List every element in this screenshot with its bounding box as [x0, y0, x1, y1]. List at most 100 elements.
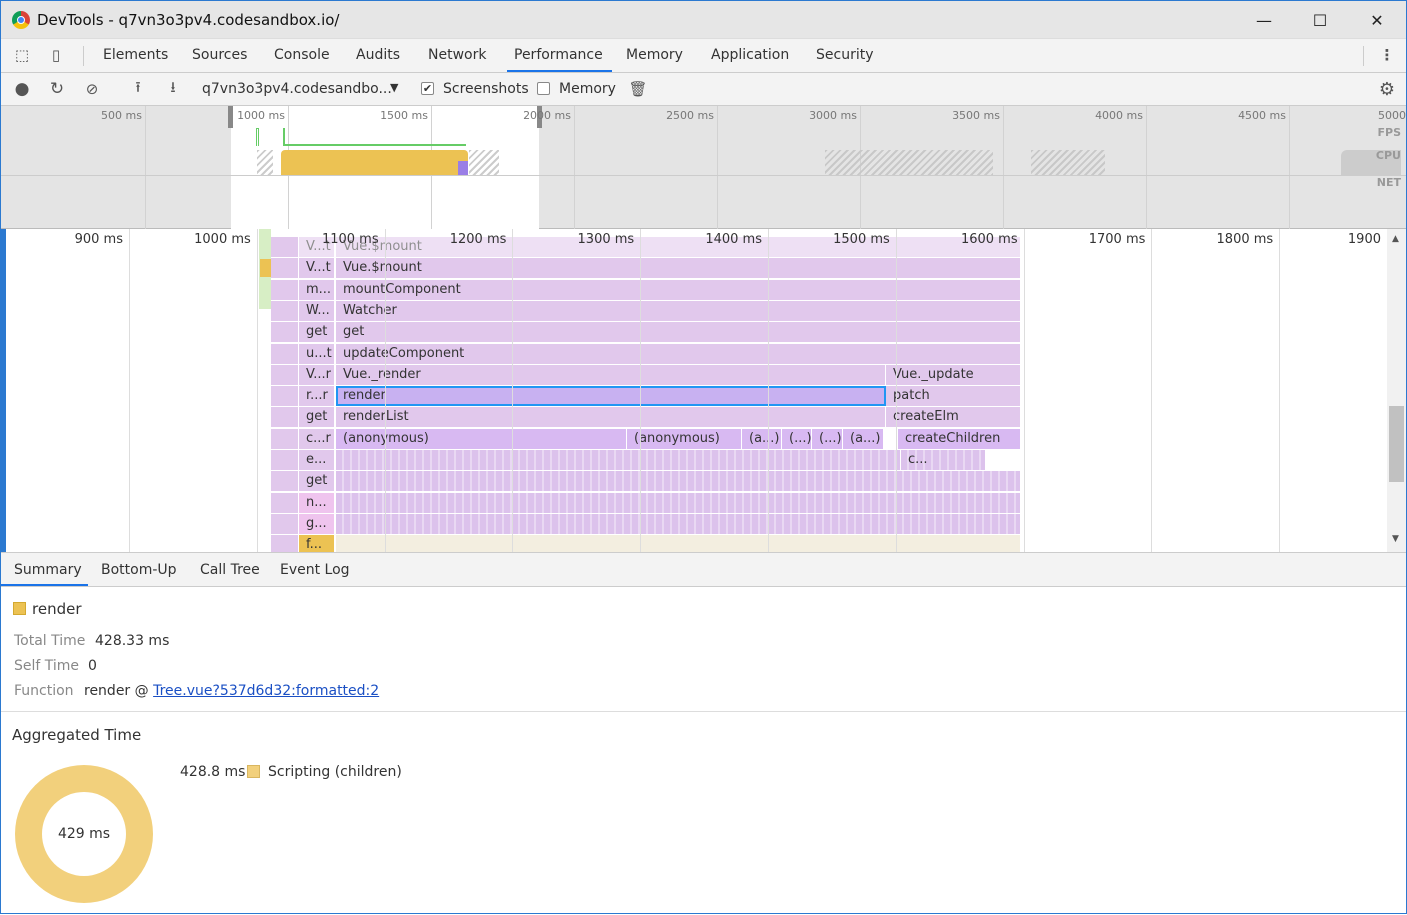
flame-bar-get[interactable]: get [299, 322, 335, 343]
tab-audits[interactable]: Audits [356, 47, 400, 63]
overview-tick-label: 3000 ms [809, 109, 857, 122]
flame-bar-anonymous[interactable]: (anonymous) [336, 428, 627, 449]
flame-bar-f...[interactable]: f... [299, 535, 335, 552]
flame-bar[interactable] [271, 258, 298, 279]
tab-elements[interactable]: Elements [103, 47, 168, 63]
flame-bar[interactable] [271, 535, 298, 552]
flame-bar-[interactable]: (...) [812, 428, 843, 449]
cpu-rendering-area [458, 161, 468, 175]
event-name: render [32, 600, 82, 618]
flame-bar[interactable] [271, 386, 298, 407]
flame-bar-get[interactable]: get [336, 322, 1021, 343]
flame-tick-label: 1500 ms [833, 232, 890, 247]
tab-console[interactable]: Console [274, 47, 330, 63]
flame-bar-mountcomponent[interactable]: mountComponent [336, 279, 1021, 300]
scrollbar-thumb[interactable] [1389, 406, 1404, 482]
gear-icon[interactable]: ⚙ [1378, 79, 1396, 100]
tab-call-tree[interactable]: Call Tree [200, 562, 260, 578]
flame-bar-call[interactable] [336, 535, 1021, 552]
flame-bar[interactable] [271, 364, 298, 385]
overview-tick-label: 1000 ms [237, 109, 285, 122]
flame-bar-watcher[interactable]: Watcher [336, 300, 1021, 321]
flame-bar[interactable] [271, 343, 298, 364]
flame-bar-call[interactable] [336, 450, 901, 470]
flame-bar-c[interactable]: c... [901, 450, 986, 470]
flame-tick-label: 1100 ms [321, 232, 379, 247]
flame-bar-anonymous[interactable]: (anonymous) [627, 428, 742, 449]
flame-tick-label: 1900 [1347, 232, 1381, 247]
flame-bar-render[interactable]: render [336, 386, 886, 407]
upload-icon[interactable]: ⭱ [129, 78, 147, 98]
flame-bar-call[interactable] [336, 513, 1021, 534]
tab-memory[interactable]: Memory [626, 47, 683, 63]
flame-bar-createchildren[interactable]: createChildren [898, 428, 1021, 449]
flame-bar-r...r[interactable]: r...r [299, 386, 335, 407]
tab-event-log[interactable]: Event Log [280, 562, 350, 578]
more-menu-icon[interactable]: ⋮ [1378, 46, 1396, 64]
flame-bar[interactable] [271, 513, 298, 534]
chevron-down-icon[interactable]: ▼ [390, 81, 398, 94]
device-toolbar-icon[interactable]: ▯ [47, 46, 65, 64]
flame-bar[interactable] [271, 300, 298, 321]
memory-checkbox[interactable] [537, 82, 550, 95]
flame-bar-a[interactable]: (a...) [742, 428, 782, 449]
flame-bar-createelm[interactable]: createElm [886, 407, 1021, 428]
record-icon[interactable]: ● [13, 79, 31, 99]
screenshots-checkbox[interactable]: ✔ [421, 82, 434, 95]
tab-sources[interactable]: Sources [192, 47, 247, 63]
flame-bar[interactable] [271, 322, 298, 343]
flame-bar-get[interactable]: get [299, 407, 335, 428]
close-button[interactable]: ✕ [1354, 5, 1400, 35]
tab-network[interactable]: Network [428, 47, 486, 63]
flame-bar-n...[interactable]: n... [299, 492, 335, 513]
flame-bar-updatecomponent[interactable]: updateComponent [336, 343, 1021, 364]
window-title: DevTools - q7vn3o3pv4.codesandbox.io/ [37, 11, 340, 29]
flame-bar-yellow[interactable] [260, 259, 271, 277]
flame-bar-get[interactable]: get [299, 471, 335, 492]
minimize-button[interactable]: — [1241, 5, 1287, 35]
flame-bar-g...[interactable]: g... [299, 513, 335, 534]
flame-bar-V...r[interactable]: V...r [299, 364, 335, 385]
flame-bar-call[interactable] [336, 492, 1021, 513]
flame-bar[interactable] [271, 450, 298, 470]
flame-bar-vuemount[interactable]: Vue.$mount [336, 258, 1021, 279]
flame-bar-vuerender[interactable]: Vue._render [336, 364, 886, 385]
tab-summary[interactable]: Summary [14, 562, 82, 578]
flame-bar[interactable] [271, 492, 298, 513]
flame-bar-vueupdate[interactable]: Vue._update [886, 364, 1021, 385]
flame-bar-[interactable]: (...) [782, 428, 812, 449]
clear-icon[interactable]: ⊘ [83, 80, 101, 98]
trash-icon[interactable]: 🗑 [628, 80, 647, 98]
tab-security[interactable]: Security [816, 47, 874, 63]
maximize-button[interactable]: ☐ [1297, 5, 1343, 35]
flame-bar-a[interactable]: (a...) [843, 428, 884, 449]
flame-bar-V...t[interactable]: V...t [299, 258, 335, 279]
scrollbar[interactable]: ▲ ▼ [1387, 229, 1406, 552]
tab-application[interactable]: Application [711, 47, 789, 63]
reload-icon[interactable]: ↻ [48, 79, 66, 99]
source-link[interactable]: Tree.vue?537d6d32:formatted:2 [153, 683, 379, 699]
overview-gridline [145, 106, 146, 229]
function-label: Function [14, 683, 74, 699]
tab-performance[interactable]: Performance [514, 47, 603, 63]
flame-bar-call[interactable] [336, 471, 1021, 492]
flame-bar[interactable] [271, 428, 298, 449]
flame-tick-label: 1800 ms [1216, 232, 1274, 247]
flame-bar-u...t[interactable]: u...t [299, 343, 335, 364]
profile-select[interactable]: q7vn3o3pv4.codesandbo... [202, 81, 392, 97]
flame-bar-W...[interactable]: W... [299, 300, 335, 321]
flame-bar-patch[interactable]: patch [886, 386, 1021, 407]
flame-bar-c...r[interactable]: c...r [299, 428, 335, 449]
flame-bar[interactable] [271, 407, 298, 428]
flame-chart[interactable]: 900 ms 1000 ms 1100 ms 1200 ms 1300 ms 1400 m… [1, 229, 1406, 552]
inspect-element-icon[interactable]: ⬚ [13, 46, 31, 64]
flame-bar-renderlist[interactable]: renderList [336, 407, 886, 428]
download-icon[interactable]: ⭳ [164, 78, 182, 98]
tab-bottom-up[interactable]: Bottom-Up [101, 562, 177, 578]
flame-bar-e...[interactable]: e... [299, 450, 335, 470]
flame-bar-m...[interactable]: m... [299, 279, 335, 300]
flame-bar[interactable] [271, 471, 298, 492]
flame-bar[interactable] [271, 279, 298, 300]
devtools-tab-bar: ⬚ ▯ Elements Sources Console Audits Network P… [1, 39, 1406, 73]
timeline-overview[interactable]: 500 ms 1000 ms 1500 ms 2000 ms 2500 ms 3000 m… [1, 106, 1406, 229]
